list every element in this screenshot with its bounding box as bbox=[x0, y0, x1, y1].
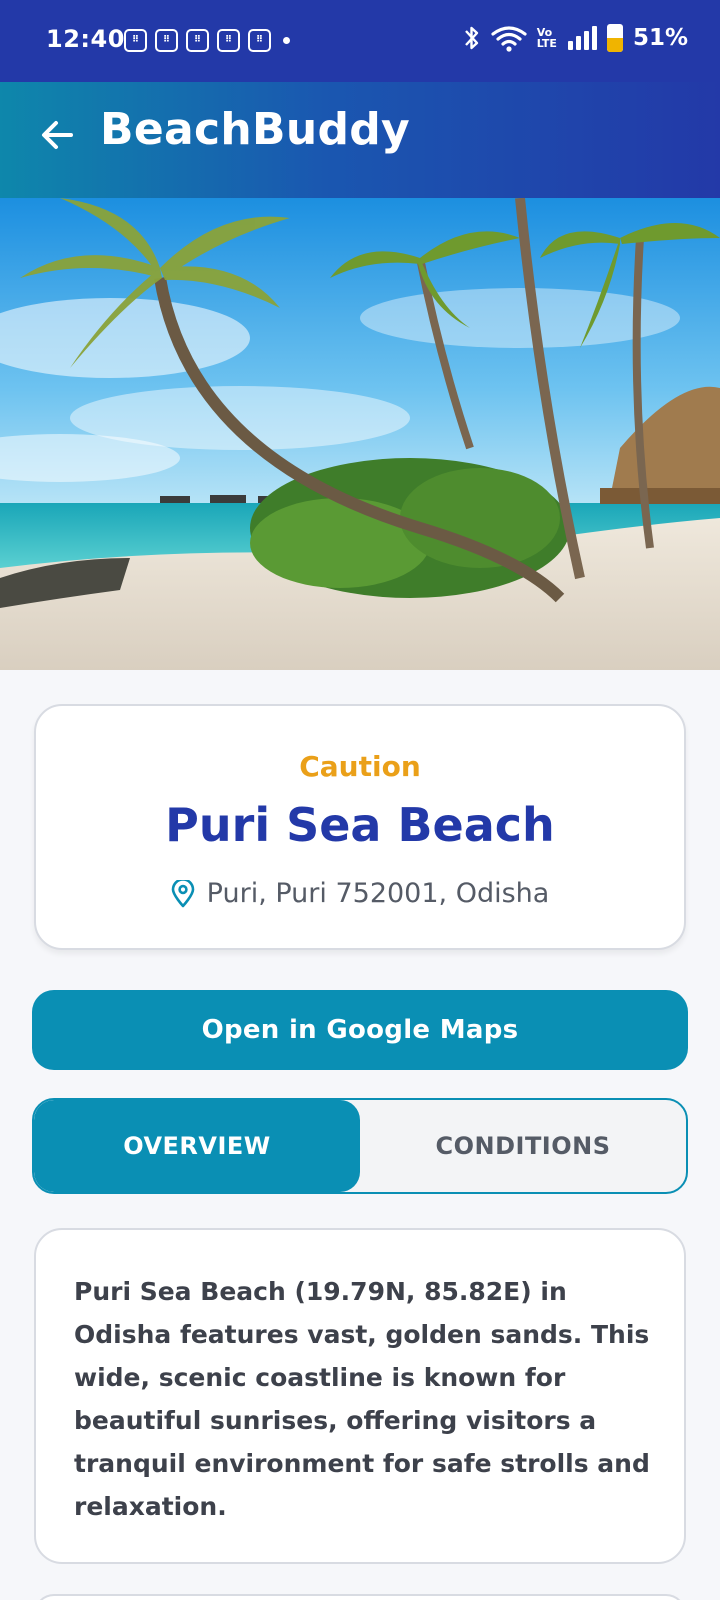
notification-icons: ⠿ ⠿ ⠿ ⠿ ⠿ bbox=[124, 29, 290, 52]
volte-label-bottom: LTE bbox=[536, 37, 557, 50]
tab-overview[interactable]: OVERVIEW bbox=[34, 1100, 360, 1192]
beach-name: Puri Sea Beach bbox=[165, 798, 555, 852]
location-row: Puri, Puri 752001, Odisha bbox=[36, 878, 684, 909]
notification-icon: ⠿ bbox=[155, 29, 178, 52]
status-bar: 12:40 ⠿ ⠿ ⠿ ⠿ ⠿ Vo LTE 51% bbox=[0, 0, 720, 82]
beach-hero-image bbox=[0, 198, 720, 670]
beach-info-card: Caution Puri Sea Beach Puri, Puri 752001… bbox=[34, 704, 686, 950]
app-title: BeachBuddy bbox=[100, 104, 411, 155]
battery-percent: 51% bbox=[632, 25, 688, 51]
next-card bbox=[34, 1594, 686, 1600]
open-in-google-maps-button[interactable]: Open in Google Maps bbox=[32, 990, 688, 1070]
safety-status-label: Caution bbox=[299, 750, 421, 783]
overview-description: Puri Sea Beach (19.79N, 85.82E) in Odish… bbox=[74, 1277, 650, 1521]
signal-icon bbox=[567, 26, 597, 50]
bluetooth-icon bbox=[464, 26, 478, 50]
volte-icon: Vo LTE bbox=[537, 27, 557, 49]
overview-card: Puri Sea Beach (19.79N, 85.82E) in Odish… bbox=[34, 1228, 686, 1564]
system-icons: Vo LTE 51% bbox=[463, 24, 688, 52]
status-time: 12:40 bbox=[46, 25, 125, 53]
battery-fill bbox=[606, 37, 623, 52]
notification-icon: ⠿ bbox=[186, 29, 209, 52]
tab-bar: OVERVIEW CONDITIONS bbox=[32, 1098, 688, 1194]
arrow-left-icon bbox=[42, 121, 73, 149]
app-bar: BeachBuddy bbox=[0, 82, 720, 198]
tab-conditions[interactable]: CONDITIONS bbox=[360, 1100, 686, 1192]
wifi-icon bbox=[491, 26, 527, 52]
battery-icon bbox=[606, 24, 623, 52]
notification-icon: ⠿ bbox=[124, 29, 147, 52]
location-text: Puri, Puri 752001, Odisha bbox=[206, 878, 550, 909]
notification-icon: ⠿ bbox=[248, 29, 271, 52]
map-pin-icon bbox=[171, 879, 194, 907]
more-notifications-dot-icon bbox=[283, 37, 290, 44]
notification-icon: ⠿ bbox=[217, 29, 240, 52]
back-button[interactable] bbox=[34, 112, 80, 158]
